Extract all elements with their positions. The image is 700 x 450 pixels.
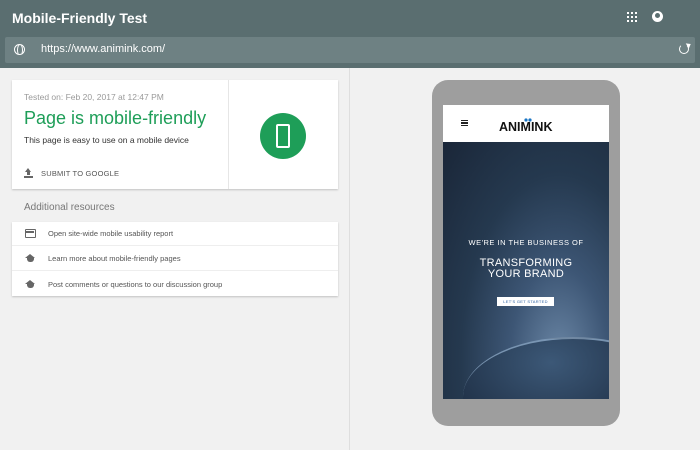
account-icon[interactable] bbox=[652, 11, 663, 22]
smartphone-icon bbox=[276, 124, 290, 148]
site-logo: ANIMINK bbox=[499, 118, 552, 132]
hamburger-menu-icon bbox=[461, 120, 468, 126]
submit-to-google-button[interactable]: SUBMIT TO GOOGLE bbox=[24, 166, 119, 180]
tested-on-timestamp: Tested on: Feb 20, 2017 at 12:47 PM bbox=[24, 92, 164, 102]
result-description: This page is easy to use on a mobile dev… bbox=[24, 135, 189, 145]
card-divider bbox=[228, 80, 229, 189]
school-icon bbox=[25, 279, 36, 289]
site-header: ANIMINK bbox=[443, 105, 609, 142]
school-icon bbox=[25, 254, 36, 263]
refresh-icon[interactable] bbox=[679, 44, 689, 54]
web-icon bbox=[25, 229, 36, 238]
apps-grid-icon[interactable] bbox=[627, 12, 637, 22]
resource-label: Open site-wide mobile usability report bbox=[48, 229, 174, 238]
app-title: Mobile-Friendly Test bbox=[12, 10, 148, 26]
page-screenshot[interactable]: ANIMINK WE'RE IN THE BUSINESS OF TRANSFO… bbox=[443, 105, 609, 399]
submit-label: SUBMIT TO GOOGLE bbox=[41, 168, 120, 178]
phone-frame: ANIMINK WE'RE IN THE BUSINESS OF TRANSFO… bbox=[432, 80, 620, 426]
resource-label: Post comments or questions to our discus… bbox=[48, 279, 223, 289]
hero-tagline: WE'RE IN THE BUSINESS OF bbox=[468, 238, 584, 247]
hero-headline: TRANSFORMING YOUR BRAND bbox=[443, 258, 609, 280]
resources-heading: Additional resources bbox=[24, 202, 115, 213]
site-logo-text: ANIMINK bbox=[499, 120, 552, 132]
earth-horizon bbox=[463, 337, 609, 399]
resource-usability-report[interactable]: Open site-wide mobile usability report bbox=[12, 222, 338, 246]
resource-label: Learn more about mobile-friendly pages bbox=[48, 254, 181, 263]
upload-icon bbox=[24, 168, 33, 178]
top-app-bar: Mobile-Friendly Test https://www.animink… bbox=[0, 0, 700, 68]
hero-cta-button[interactable]: LET'S GET STARTED bbox=[497, 297, 554, 306]
results-panel: Tested on: Feb 20, 2017 at 12:47 PM Page… bbox=[0, 68, 350, 450]
mobile-friendly-badge bbox=[260, 113, 306, 159]
url-bar[interactable]: https://www.animink.com/ bbox=[5, 37, 695, 63]
site-hero: WE'RE IN THE BUSINESS OF TRANSFORMING YO… bbox=[443, 142, 609, 399]
preview-panel: ANIMINK WE'RE IN THE BUSINESS OF TRANSFO… bbox=[351, 68, 700, 450]
globe-icon bbox=[14, 44, 25, 55]
hero-headline-line2: YOUR BRAND bbox=[487, 268, 565, 280]
result-card: Tested on: Feb 20, 2017 at 12:47 PM Page… bbox=[12, 80, 338, 189]
resource-discussion-group[interactable]: Post comments or questions to our discus… bbox=[12, 272, 338, 296]
result-headline: Page is mobile-friendly bbox=[24, 108, 207, 128]
resource-learn-more[interactable]: Learn more about mobile-friendly pages bbox=[12, 247, 338, 271]
url-input[interactable]: https://www.animink.com/ bbox=[41, 43, 165, 55]
resources-list: Open site-wide mobile usability report L… bbox=[12, 222, 338, 296]
